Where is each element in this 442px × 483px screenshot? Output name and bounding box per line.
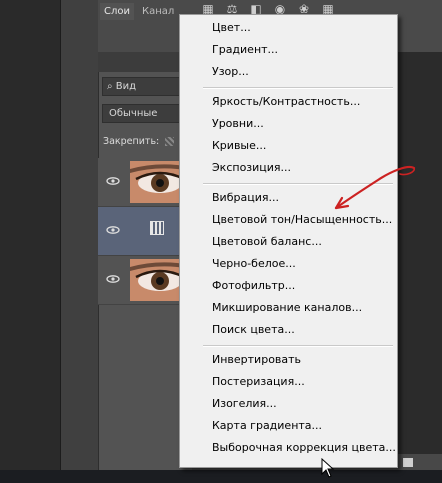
lock-label: Закрепить: — [103, 136, 160, 147]
blend-mode-value: Обычные — [109, 108, 158, 119]
menu-item-gradient-map[interactable]: Карта градиента... — [212, 419, 322, 433]
menu-item-black-white[interactable]: Черно-белое... — [212, 257, 296, 271]
menu-item-gradient[interactable]: Градиент... — [212, 43, 278, 57]
menu-item-invert[interactable]: Инвертировать — [212, 353, 301, 367]
lock-transparency-icon[interactable] — [165, 137, 174, 146]
menu-item-channel-mixer[interactable]: Микширование каналов... — [212, 301, 362, 315]
eye-icon[interactable] — [106, 175, 120, 189]
eye-icon[interactable] — [106, 224, 120, 238]
menu-item-exposure[interactable]: Экспозиция... — [212, 161, 291, 175]
mouse-cursor-icon — [321, 458, 335, 478]
layer-row-selected[interactable] — [98, 207, 192, 256]
eye-icon[interactable] — [106, 273, 120, 287]
menu-item-brightness-contrast[interactable]: Яркость/Контрастность... — [212, 95, 360, 109]
layer-filter-value: Вид — [115, 81, 137, 92]
menu-item-posterize[interactable]: Постеризация... — [212, 375, 305, 389]
adjustment-layer-icon — [150, 221, 164, 235]
layer-filter-select[interactable]: ⌕ Вид — [102, 77, 188, 96]
panel-dock-column — [60, 0, 99, 470]
menu-item-threshold[interactable]: Изогелия... — [212, 397, 277, 411]
layer-row[interactable] — [98, 256, 192, 305]
layer-row[interactable] — [98, 158, 192, 207]
menu-item-curves[interactable]: Кривые... — [212, 139, 266, 153]
search-icon: ⌕ — [107, 81, 113, 92]
menu-item-solid-color[interactable]: Цвет... — [212, 21, 251, 35]
menu-separator — [203, 87, 393, 89]
tab-layers[interactable]: Слои — [100, 3, 134, 20]
menu-item-vibrance[interactable]: Вибрация... — [212, 191, 279, 205]
taskbar — [0, 470, 442, 483]
menu-item-photo-filter[interactable]: Фотофильтр... — [212, 279, 295, 293]
menu-separator — [203, 345, 393, 347]
menu-item-pattern[interactable]: Узор... — [212, 65, 249, 79]
tab-channels[interactable]: Канал — [138, 3, 178, 20]
menu-item-levels[interactable]: Уровни... — [212, 117, 264, 131]
panel-tab-bar — [98, 52, 192, 72]
menu-item-color-lookup[interactable]: Поиск цвета... — [212, 323, 295, 337]
workspace-left — [0, 0, 60, 470]
menu-item-selective-color[interactable]: Выборочная коррекция цвета... — [212, 441, 396, 455]
blend-mode-select[interactable]: Обычные — [102, 104, 188, 123]
red-arrow-annotation — [334, 165, 416, 210]
menu-item-color-balance[interactable]: Цветовой баланс... — [212, 235, 322, 249]
trash-icon[interactable] — [403, 458, 413, 467]
